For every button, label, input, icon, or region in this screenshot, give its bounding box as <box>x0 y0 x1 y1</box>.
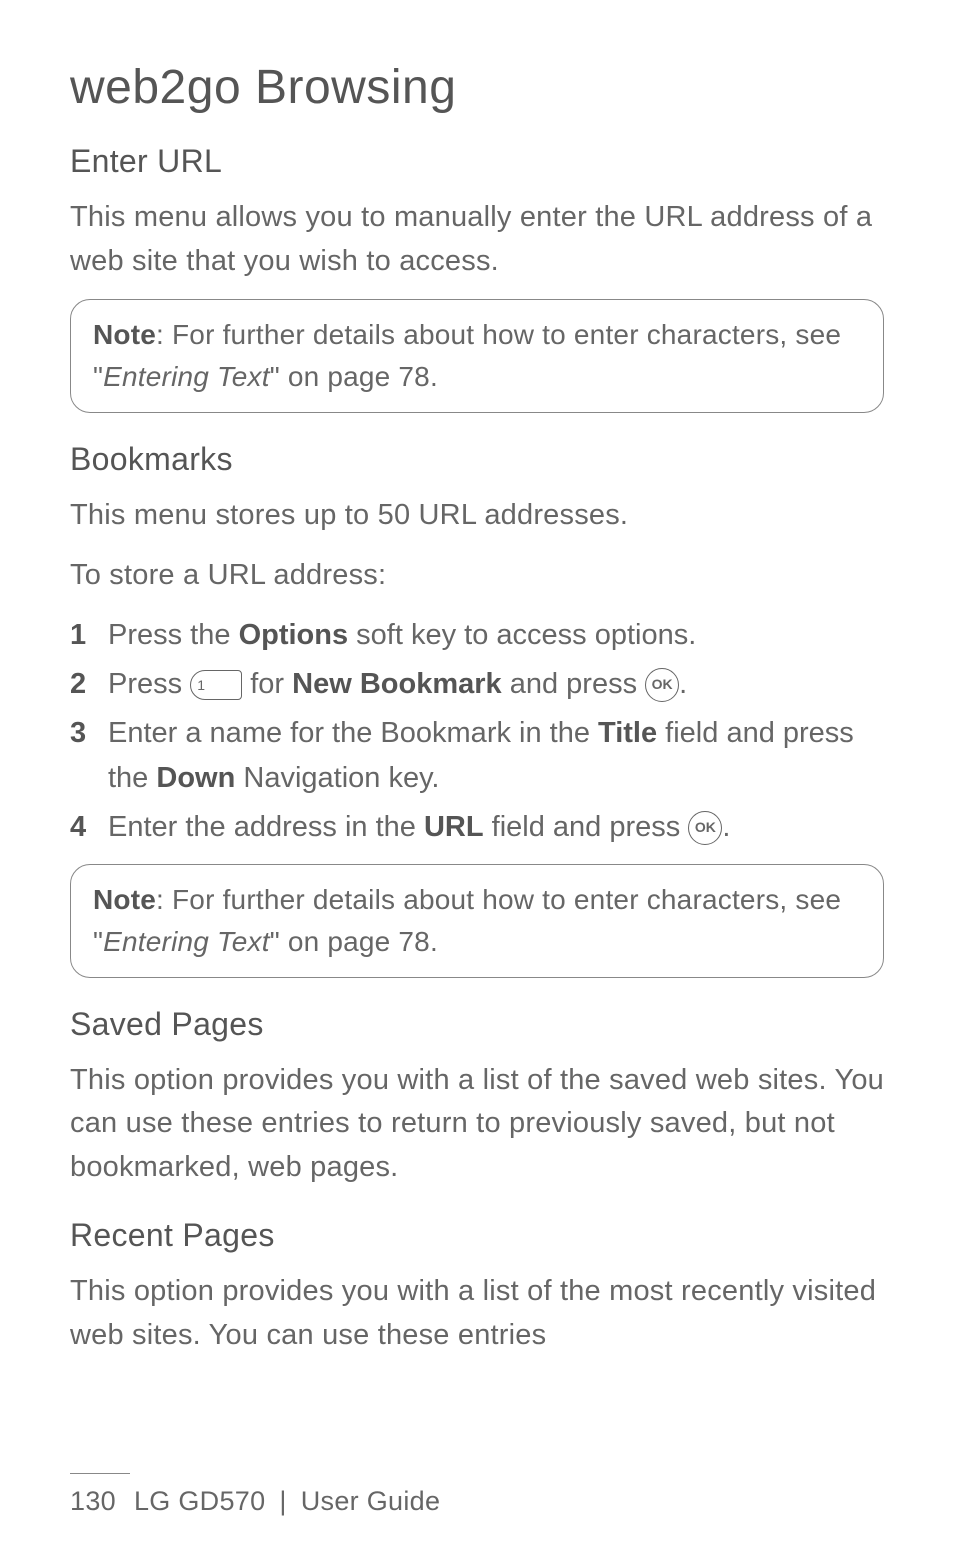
step-text: Enter a name for the Bookmark in the <box>108 717 598 749</box>
step-text: Press the <box>108 619 239 651</box>
step-text: Navigation key. <box>235 762 439 794</box>
note-text: Note: For further details about how to e… <box>93 314 861 398</box>
note-emph: Entering Text <box>103 361 270 392</box>
step-num: 4 <box>70 805 86 850</box>
para-bookmarks-1: This menu stores up to 50 URL addresses. <box>70 494 884 538</box>
ok-button-icon: OK <box>645 668 679 702</box>
step-num: 2 <box>70 662 86 707</box>
note-box-enter-url: Note: For further details about how to e… <box>70 299 884 413</box>
step-bold: Options <box>239 619 349 651</box>
ok-button-icon: OK <box>688 811 722 845</box>
note-label: Note <box>93 319 156 350</box>
step-num: 1 <box>70 613 86 658</box>
page-footer: 130 LG GD570 | User Guide <box>70 1473 884 1517</box>
step-text: and press <box>502 668 645 700</box>
footer-label: User Guide <box>301 1486 441 1516</box>
step-text: Enter the address in the <box>108 811 424 843</box>
step-text: field and press <box>484 811 689 843</box>
heading-bookmarks: Bookmarks <box>70 441 884 478</box>
footer-divider <box>70 1473 130 1474</box>
footer-model: LG GD570 <box>134 1486 265 1516</box>
footer-text: 130 LG GD570 | User Guide <box>70 1486 884 1517</box>
step-3: 3 Enter a name for the Bookmark in the T… <box>70 711 884 801</box>
page-number: 130 <box>70 1486 116 1516</box>
step-bold: New Bookmark <box>292 668 502 700</box>
step-text: for <box>242 668 292 700</box>
note-body2: " on page 78. <box>270 361 438 392</box>
step-text: Press <box>108 668 190 700</box>
note-box-bookmarks: Note: For further details about how to e… <box>70 864 884 978</box>
page-title: web2go Browsing <box>70 60 884 115</box>
step-bold: Title <box>598 717 657 749</box>
footer-separator: | <box>279 1486 286 1516</box>
para-saved-pages: This option provides you with a list of … <box>70 1059 884 1190</box>
note-body2: " on page 78. <box>270 926 438 957</box>
steps-list: 1 Press the Options soft key to access o… <box>70 613 884 850</box>
heading-recent-pages: Recent Pages <box>70 1217 884 1254</box>
step-num: 3 <box>70 711 86 756</box>
heading-enter-url: Enter URL <box>70 143 884 180</box>
note-label: Note <box>93 884 156 915</box>
step-2: 2 Press 1 for New Bookmark and press OK. <box>70 662 884 707</box>
heading-saved-pages: Saved Pages <box>70 1006 884 1043</box>
note-emph: Entering Text <box>103 926 270 957</box>
para-recent-pages: This option provides you with a list of … <box>70 1270 884 1357</box>
step-bold: Down <box>156 762 235 794</box>
note-text: Note: For further details about how to e… <box>93 879 861 963</box>
step-4: 4 Enter the address in the URL field and… <box>70 805 884 850</box>
para-enter-url: This menu allows you to manually enter t… <box>70 196 884 283</box>
step-text: soft key to access options. <box>348 619 696 651</box>
keypad-1-icon: 1 <box>190 670 242 700</box>
step-text: . <box>722 811 730 843</box>
step-1: 1 Press the Options soft key to access o… <box>70 613 884 658</box>
para-bookmarks-2: To store a URL address: <box>70 554 884 598</box>
step-text: . <box>679 668 687 700</box>
step-bold: URL <box>424 811 484 843</box>
